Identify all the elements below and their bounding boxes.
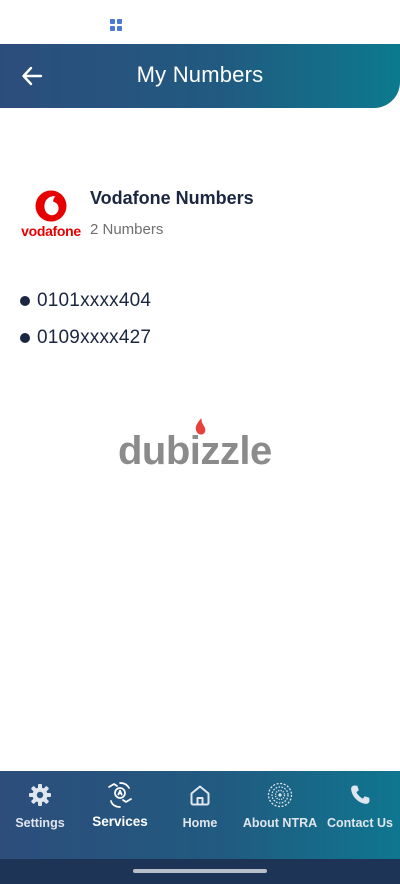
nav-label: Settings <box>15 816 65 830</box>
dubizzle-logo-icon: dubizzle <box>118 418 272 470</box>
vodafone-wordmark: vodafone <box>21 223 81 239</box>
vodafone-logo: vodafone <box>18 190 84 240</box>
phone-number: 0109xxxx427 <box>37 326 152 348</box>
phone-icon <box>351 785 370 804</box>
phone-number: 0101xxxx404 <box>37 289 152 311</box>
nav-item-home[interactable]: Home <box>160 771 240 859</box>
vodafone-logo-icon <box>35 190 67 222</box>
status-bar <box>0 0 400 44</box>
nav-label: Home <box>182 816 218 830</box>
nav-label: About NTRA <box>242 816 318 830</box>
services-hands-icon <box>108 782 132 808</box>
home-indicator[interactable] <box>133 869 267 873</box>
bullet-icon <box>20 332 30 343</box>
list-item: 0109xxxx427 <box>20 319 380 356</box>
app-header: My Numbers <box>0 44 400 108</box>
nav-item-contact-us[interactable]: Contact Us <box>320 771 400 859</box>
home-icon <box>190 785 210 806</box>
numbers-count: 2 Numbers <box>90 221 164 238</box>
bullet-icon <box>20 295 30 306</box>
nav-label: Contact Us <box>327 816 393 830</box>
nav-item-about-ntra[interactable]: About NTRA <box>240 771 320 859</box>
operator-card: vodafone Vodafone Numbers 2 Numbers <box>18 186 388 246</box>
nav-item-settings[interactable]: Settings <box>0 771 80 859</box>
ntra-logo-icon <box>267 782 293 808</box>
operator-title: Vodafone Numbers <box>90 188 254 208</box>
grid-app-icon <box>110 19 122 31</box>
numbers-list: 0101xxxx404 0109xxxx427 <box>20 282 380 356</box>
system-nav-bar <box>0 859 400 884</box>
list-item: 0101xxxx404 <box>20 282 380 319</box>
svg-text:dubizzle: dubizzle <box>118 429 272 470</box>
nav-item-services[interactable]: Services <box>80 771 160 859</box>
page-title: My Numbers <box>136 62 264 87</box>
bottom-nav: Settings Services Home About NTRA Contac… <box>0 771 400 859</box>
gear-icon <box>29 784 51 806</box>
nav-label: Services <box>92 814 148 829</box>
